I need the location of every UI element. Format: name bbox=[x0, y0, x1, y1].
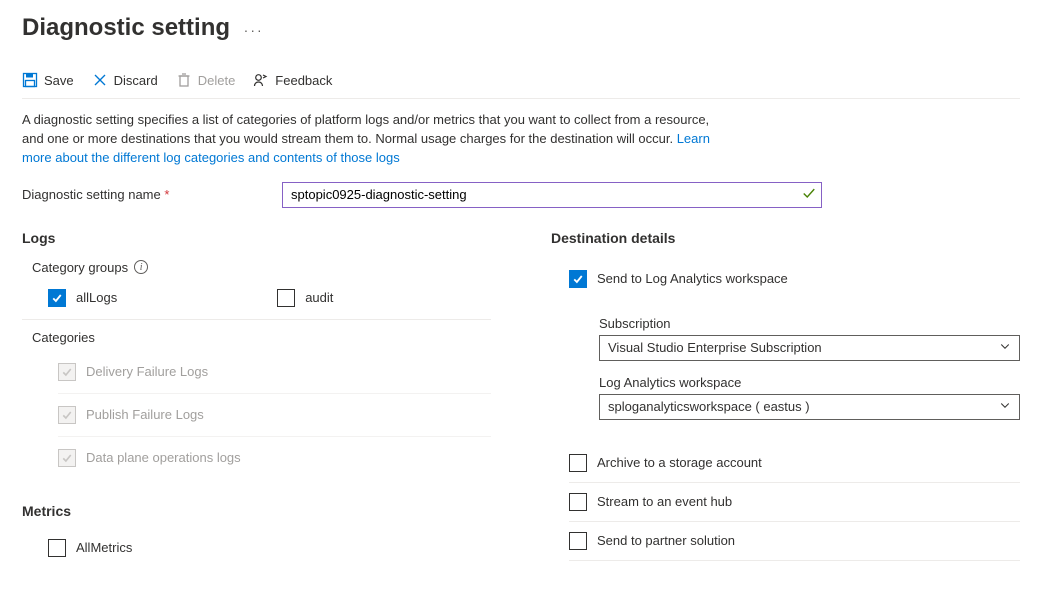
destination-column: Destination details Send to Log Analytic… bbox=[551, 230, 1020, 569]
page-title: Diagnostic setting bbox=[22, 14, 230, 42]
audit-checkbox[interactable]: audit bbox=[277, 289, 333, 307]
main-columns: Logs Category groups i allLogs audit Cat… bbox=[22, 230, 1020, 569]
more-actions-icon[interactable]: ··· bbox=[244, 22, 264, 38]
delete-button: Delete bbox=[176, 72, 236, 88]
chevron-down-icon bbox=[999, 340, 1011, 355]
logs-heading: Logs bbox=[22, 230, 491, 246]
allmetrics-checkbox[interactable]: AllMetrics bbox=[48, 539, 132, 557]
discard-label: Discard bbox=[114, 73, 158, 88]
checkbox-disabled-icon bbox=[58, 449, 76, 467]
destination-list: Send to Log Analytics workspace Subscrip… bbox=[551, 260, 1020, 561]
delete-icon bbox=[176, 72, 192, 88]
save-label: Save bbox=[44, 73, 74, 88]
checkbox-disabled-icon bbox=[58, 406, 76, 424]
alllogs-label: allLogs bbox=[76, 290, 117, 305]
category-label: Data plane operations logs bbox=[86, 450, 241, 465]
category-label: Delivery Failure Logs bbox=[86, 364, 208, 379]
metrics-section: Metrics AllMetrics bbox=[22, 503, 491, 569]
required-indicator: * bbox=[164, 187, 169, 202]
publish-failure-checkbox: Publish Failure Logs bbox=[58, 406, 204, 424]
destination-heading: Destination details bbox=[551, 230, 1020, 246]
category-item: Publish Failure Logs bbox=[58, 394, 491, 437]
category-item: Data plane operations logs bbox=[58, 437, 491, 479]
validation-check-icon bbox=[802, 186, 816, 203]
page-header: Diagnostic setting ··· bbox=[22, 14, 1020, 42]
dest-label: Send to Log Analytics workspace bbox=[597, 271, 788, 286]
discard-button[interactable]: Discard bbox=[92, 72, 158, 88]
subscription-label: Subscription bbox=[599, 316, 1020, 331]
workspace-label: Log Analytics workspace bbox=[599, 375, 1020, 390]
name-field-label: Diagnostic setting name * bbox=[22, 187, 272, 202]
name-field-label-text: Diagnostic setting name bbox=[22, 187, 161, 202]
dest-label: Stream to an event hub bbox=[597, 494, 732, 509]
category-item: Delivery Failure Logs bbox=[58, 351, 491, 394]
checkbox-checked-icon bbox=[569, 270, 587, 288]
save-icon bbox=[22, 72, 38, 88]
dest-storage-account: Archive to a storage account bbox=[569, 444, 1020, 483]
dest-label: Send to partner solution bbox=[597, 533, 735, 548]
category-groups-text: Category groups bbox=[32, 260, 128, 275]
dest-partner: Send to partner solution bbox=[569, 522, 1020, 561]
log-analytics-subpanel: Subscription Visual Studio Enterprise Su… bbox=[569, 298, 1020, 424]
subscription-select[interactable]: Visual Studio Enterprise Subscription bbox=[599, 335, 1020, 361]
checkbox-unchecked-icon bbox=[277, 289, 295, 307]
metrics-heading: Metrics bbox=[22, 503, 491, 519]
storage-checkbox[interactable]: Archive to a storage account bbox=[569, 454, 762, 472]
log-analytics-checkbox[interactable]: Send to Log Analytics workspace bbox=[569, 270, 788, 288]
category-label: Publish Failure Logs bbox=[86, 407, 204, 422]
partner-checkbox[interactable]: Send to partner solution bbox=[569, 532, 735, 550]
allmetrics-label: AllMetrics bbox=[76, 540, 132, 555]
name-input-wrap bbox=[282, 182, 822, 208]
audit-label: audit bbox=[305, 290, 333, 305]
categories-label: Categories bbox=[22, 330, 491, 345]
intro-text: A diagnostic setting specifies a list of… bbox=[22, 111, 722, 168]
diagnostic-name-input[interactable] bbox=[282, 182, 822, 208]
discard-icon bbox=[92, 72, 108, 88]
checkbox-disabled-icon bbox=[58, 363, 76, 381]
delete-label: Delete bbox=[198, 73, 236, 88]
dest-event-hub: Stream to an event hub bbox=[569, 483, 1020, 522]
name-field-row: Diagnostic setting name * bbox=[22, 182, 1020, 208]
category-groups-divider bbox=[22, 319, 491, 320]
feedback-button[interactable]: Feedback bbox=[253, 72, 332, 88]
dest-label: Archive to a storage account bbox=[597, 455, 762, 470]
category-groups-label: Category groups i bbox=[22, 260, 491, 275]
feedback-icon bbox=[253, 72, 269, 88]
chevron-down-icon bbox=[999, 399, 1011, 414]
checkbox-unchecked-icon bbox=[48, 539, 66, 557]
checkbox-unchecked-icon bbox=[569, 454, 587, 472]
delivery-failure-checkbox: Delivery Failure Logs bbox=[58, 363, 208, 381]
toolbar-divider bbox=[22, 98, 1020, 99]
info-icon[interactable]: i bbox=[134, 260, 148, 274]
intro-body: A diagnostic setting specifies a list of… bbox=[22, 112, 709, 146]
categories-list: Delivery Failure Logs Publish Failure Lo… bbox=[22, 351, 491, 479]
logs-column: Logs Category groups i allLogs audit Cat… bbox=[22, 230, 491, 569]
workspace-value: sploganalyticsworkspace ( eastus ) bbox=[608, 399, 810, 414]
feedback-label: Feedback bbox=[275, 73, 332, 88]
subscription-value: Visual Studio Enterprise Subscription bbox=[608, 340, 822, 355]
command-bar: Save Discard Delete Feedback bbox=[22, 72, 1020, 98]
save-button[interactable]: Save bbox=[22, 72, 74, 88]
checkbox-unchecked-icon bbox=[569, 532, 587, 550]
dest-log-analytics: Send to Log Analytics workspace bbox=[569, 260, 1020, 298]
checkbox-unchecked-icon bbox=[569, 493, 587, 511]
metrics-row: AllMetrics bbox=[22, 533, 491, 569]
checkbox-checked-icon bbox=[48, 289, 66, 307]
alllogs-checkbox[interactable]: allLogs bbox=[48, 289, 117, 307]
eventhub-checkbox[interactable]: Stream to an event hub bbox=[569, 493, 732, 511]
category-groups-row: allLogs audit bbox=[22, 283, 491, 319]
workspace-select[interactable]: sploganalyticsworkspace ( eastus ) bbox=[599, 394, 1020, 420]
data-plane-checkbox: Data plane operations logs bbox=[58, 449, 241, 467]
